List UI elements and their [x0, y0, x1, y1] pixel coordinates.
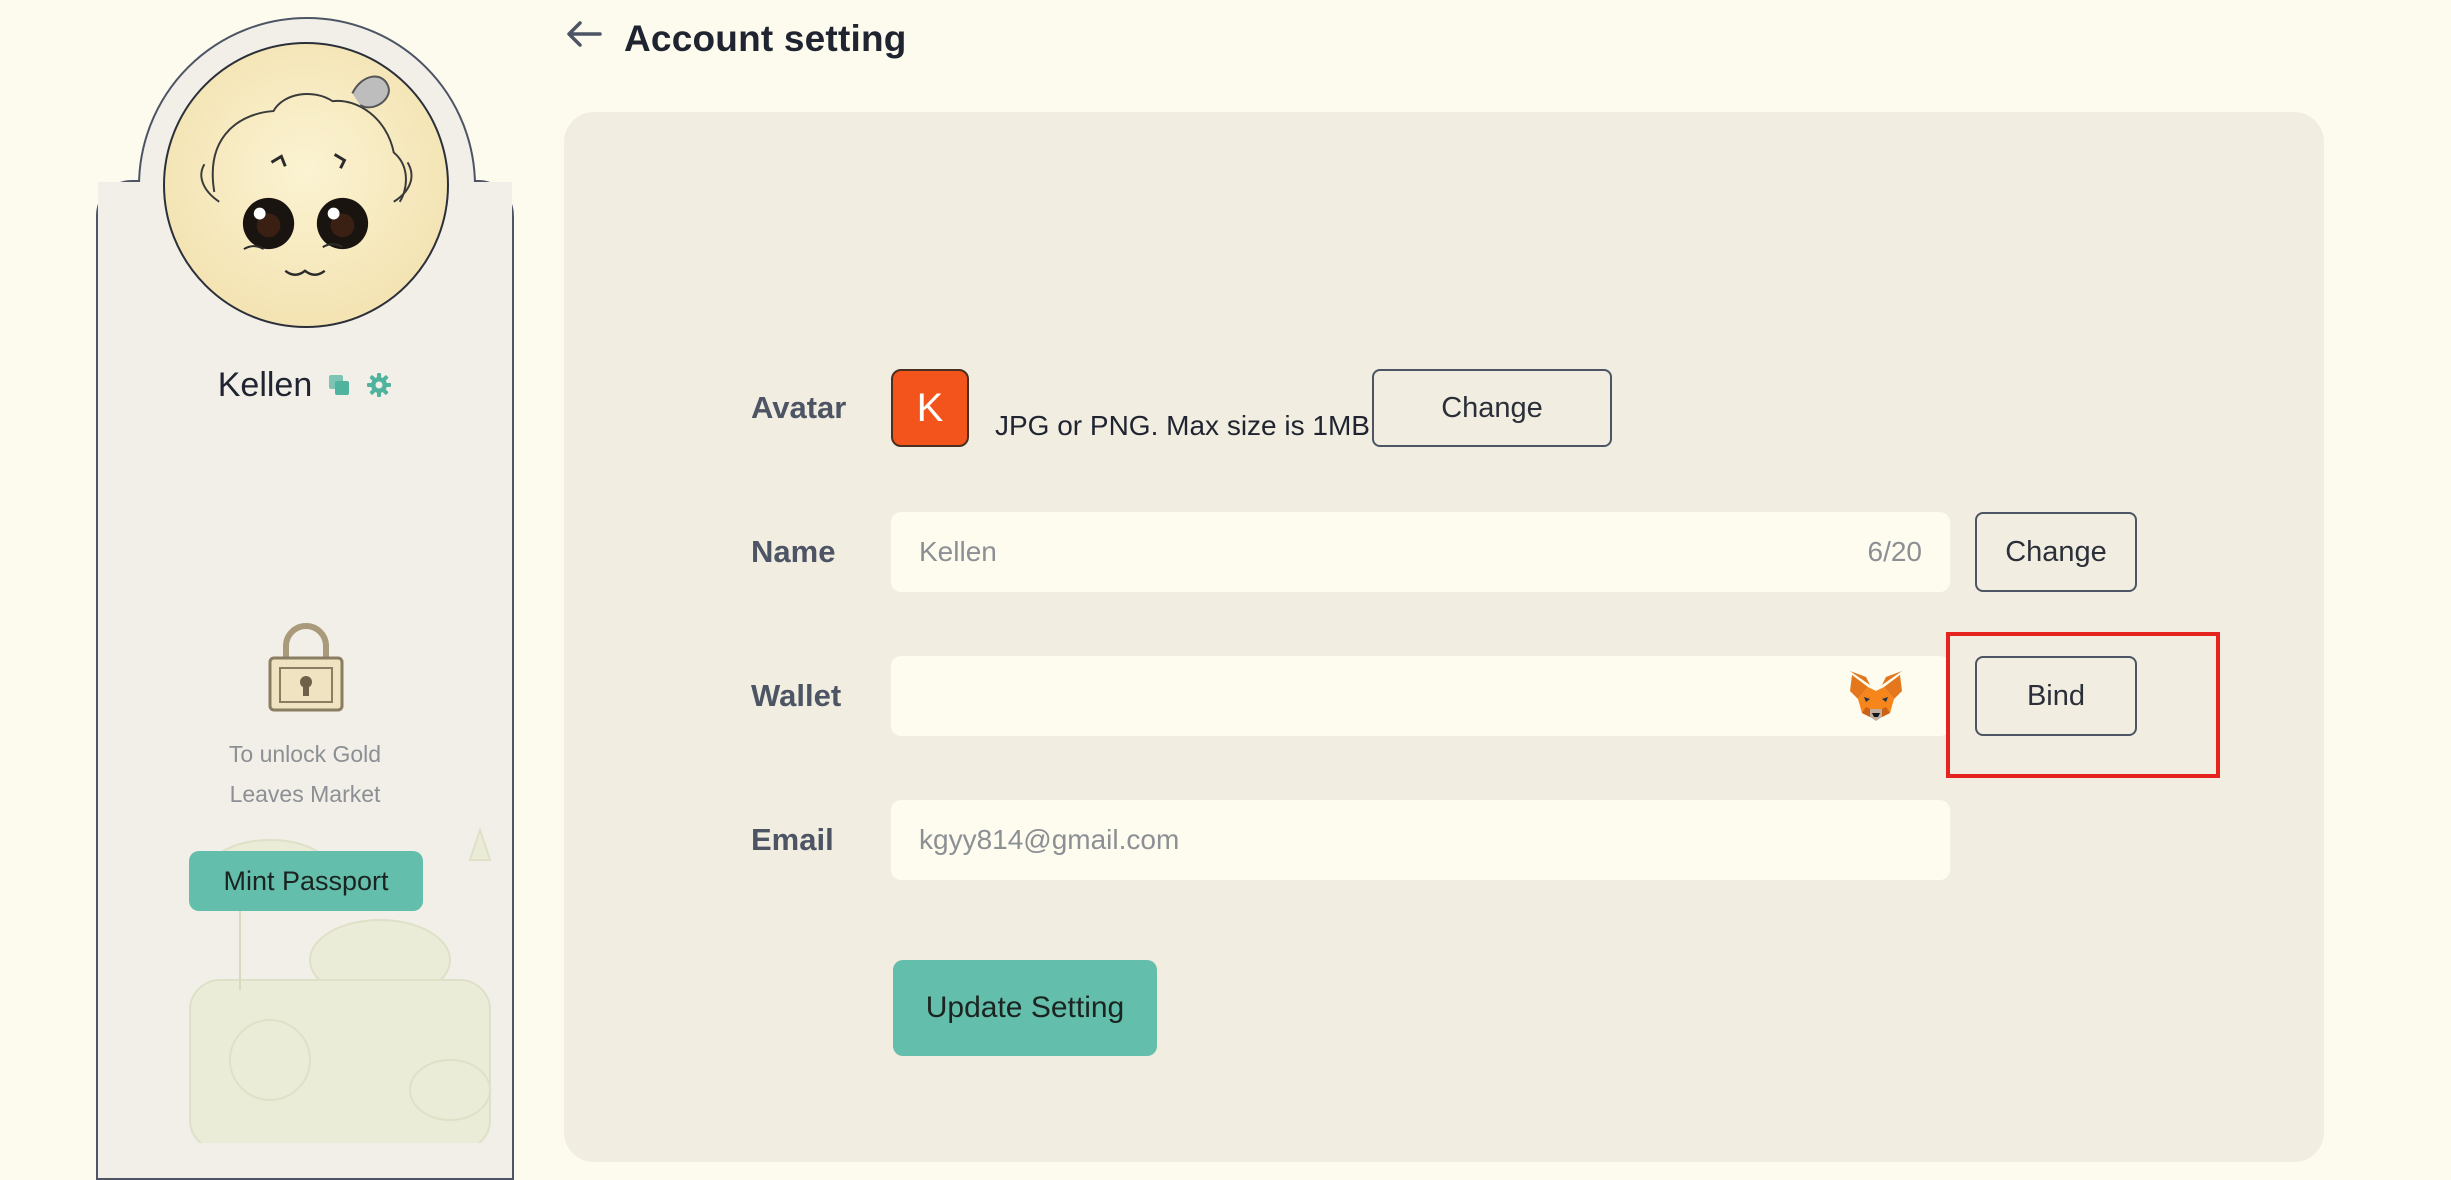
name-label: Name	[751, 534, 836, 569]
highlight-box	[1946, 632, 2220, 778]
unlock-text: To unlock Gold Leaves Market	[96, 734, 514, 814]
mint-passport-button[interactable]: Mint Passport	[189, 851, 423, 911]
name-value: Kellen	[919, 536, 997, 567]
avatar-label: Avatar	[751, 390, 847, 425]
copy-icon[interactable]	[326, 372, 352, 398]
gear-icon[interactable]	[366, 372, 392, 398]
lock-icon	[266, 620, 346, 712]
username-row: Kellen	[96, 362, 514, 408]
username: Kellen	[217, 365, 313, 404]
back-button[interactable]	[564, 20, 604, 52]
email-input[interactable]: kgyy814@gmail.com	[891, 800, 1950, 880]
profile-avatar[interactable]	[163, 42, 449, 328]
avatar-change-button[interactable]: Change	[1372, 369, 1612, 447]
unlock-text-line1: To unlock Gold	[228, 741, 382, 767]
update-setting-button[interactable]: Update Setting	[893, 960, 1157, 1056]
metamask-fox-icon	[1850, 671, 1902, 721]
unlock-text-line2: Leaves Market	[229, 781, 381, 807]
wallet-input[interactable]	[891, 656, 1950, 736]
arrow-left-icon	[567, 21, 602, 47]
email-value: kgyy814@gmail.com	[919, 824, 1180, 855]
wallet-label: Wallet	[751, 678, 842, 713]
cartoon-face-icon	[200, 75, 413, 276]
name-change-button[interactable]: Change	[1975, 512, 2137, 592]
name-input[interactable]: Kellen 6/20	[891, 512, 1950, 592]
name-char-counter: 6/20	[1867, 536, 1923, 567]
email-label: Email	[751, 822, 834, 857]
page-title: Account setting	[624, 18, 907, 59]
avatar-preview: K	[891, 369, 969, 447]
avatar-hint: JPG or PNG. Max size is 1MB	[995, 410, 1370, 441]
